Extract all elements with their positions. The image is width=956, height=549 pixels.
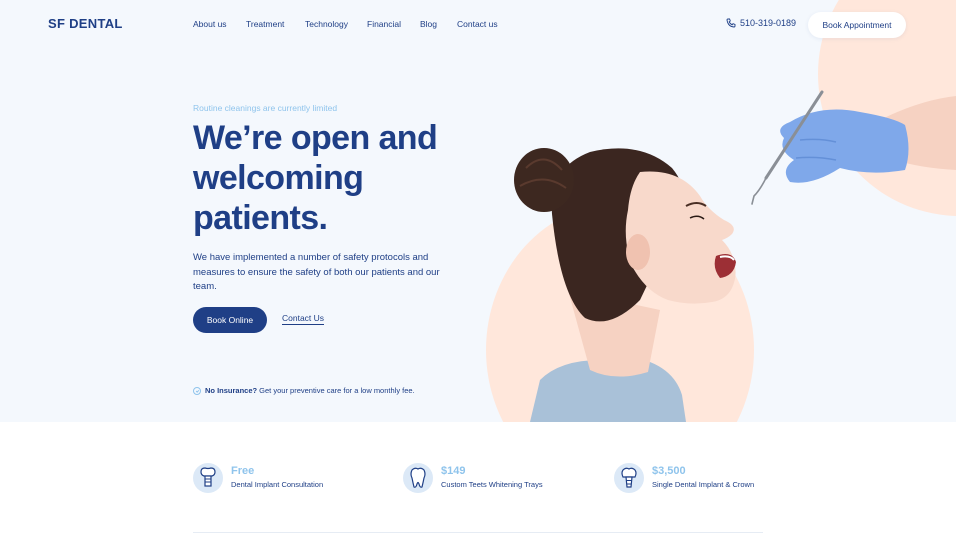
- check-circle-icon: [193, 386, 201, 395]
- service-price: $149: [441, 465, 466, 477]
- insurance-note[interactable]: No Insurance? Get your preventive care f…: [193, 386, 415, 395]
- hero-headline: We’re open and welcoming patients.: [193, 119, 438, 237]
- service-price: Free: [231, 465, 255, 477]
- service-text: Free Dental Implant Consultation: [231, 463, 323, 493]
- nav-item-technology[interactable]: Technology: [305, 19, 348, 29]
- phone-icon: [726, 18, 736, 28]
- service-text: $3,500 Single Dental Implant & Crown: [652, 463, 754, 493]
- nav-item-contact-us[interactable]: Contact us: [457, 19, 498, 29]
- brand-logo[interactable]: SF DENTAL: [48, 16, 123, 31]
- service-item[interactable]: Free Dental Implant Consultation: [193, 463, 323, 493]
- dental-implant-icon: [193, 463, 223, 493]
- insurance-note-bold: No Insurance?: [205, 386, 258, 395]
- section-divider: [193, 532, 763, 533]
- book-appointment-button[interactable]: Book Appointment: [808, 12, 906, 38]
- hero-subtext: We have implemented a number of safety p…: [193, 252, 440, 292]
- book-online-button[interactable]: Book Online: [193, 307, 267, 333]
- nav-item-treatment[interactable]: Treatment: [246, 19, 284, 29]
- service-label: Single Dental Implant & Crown: [652, 480, 755, 489]
- phone-link[interactable]: 510-319-0189: [726, 18, 796, 28]
- insurance-note-rest: Get your preventive care for a low month…: [257, 386, 415, 395]
- hero-eyebrow: Routine cleanings are currently limited: [193, 103, 338, 113]
- contact-us-link[interactable]: Contact Us: [282, 313, 325, 325]
- service-label: Custom Teets Whitening Trays: [441, 480, 543, 489]
- phone-number: 510-319-0189: [740, 18, 797, 28]
- service-price: $3,500: [652, 465, 686, 477]
- service-item[interactable]: $149 Custom Teets Whitening Trays: [403, 463, 543, 493]
- insurance-note-text: No Insurance? Get your preventive care f…: [205, 386, 415, 395]
- hero-section: SF DENTAL About us Treatment Technology …: [0, 0, 956, 422]
- implant-crown-icon: [614, 463, 644, 493]
- nav-item-blog[interactable]: Blog: [420, 19, 437, 29]
- nav-item-about-us[interactable]: About us: [193, 19, 227, 29]
- service-item[interactable]: $3,500 Single Dental Implant & Crown: [614, 463, 754, 493]
- service-text: $149 Custom Teets Whitening Trays: [441, 463, 543, 493]
- tooth-icon: [403, 463, 433, 493]
- service-label: Dental Implant Consultation: [231, 480, 324, 489]
- nav-item-financial[interactable]: Financial: [367, 19, 401, 29]
